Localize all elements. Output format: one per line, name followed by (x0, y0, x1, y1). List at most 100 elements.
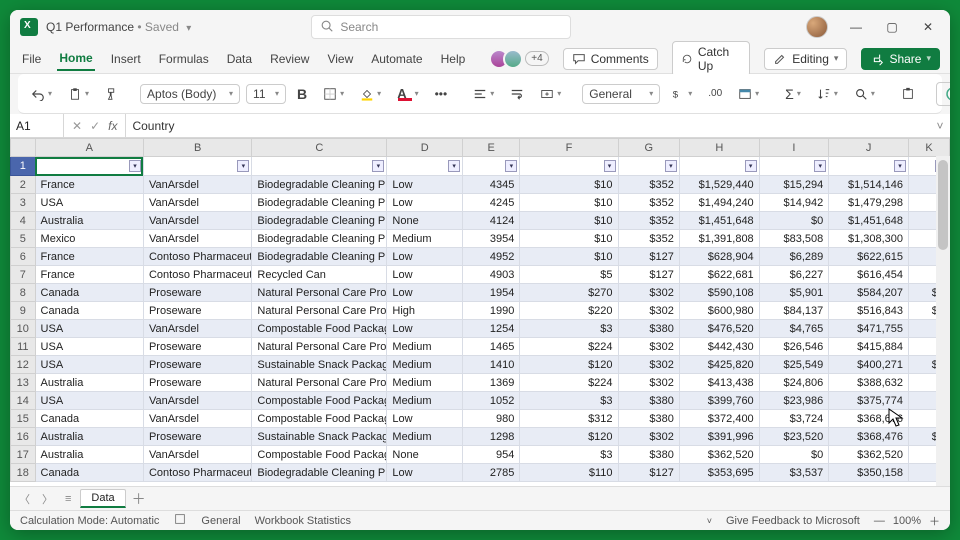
data-cell[interactable]: $3,724 (759, 410, 829, 428)
data-cell[interactable]: None (387, 212, 463, 230)
data-cell[interactable]: $1,451,648 (679, 212, 759, 230)
menu-formulas[interactable]: Formulas (157, 48, 211, 70)
data-cell[interactable]: $10 (520, 176, 618, 194)
filter-icon[interactable]: ▾ (814, 160, 826, 172)
data-cell[interactable]: Biodegradable Cleaning Products (252, 194, 387, 212)
data-cell[interactable]: Contoso Pharmaceuticals (143, 266, 251, 284)
data-cell[interactable]: Natural Personal Care Products (252, 374, 387, 392)
data-cell[interactable]: Low (387, 320, 463, 338)
data-cell[interactable]: $391,996 (679, 428, 759, 446)
data-cell[interactable]: $302 (618, 374, 679, 392)
currency-button[interactable]: $▾ (666, 84, 697, 104)
data-cell[interactable]: $616,454 (829, 266, 909, 284)
data-cell[interactable]: Low (387, 248, 463, 266)
data-cell[interactable]: $352 (618, 230, 679, 248)
data-cell[interactable]: VanArsdel (143, 446, 251, 464)
data-cell[interactable]: $368,476 (829, 428, 909, 446)
data-cell[interactable]: $10 (520, 194, 618, 212)
data-cell[interactable]: $0 (759, 446, 829, 464)
data-cell[interactable]: VanArsdel (143, 320, 251, 338)
data-cell[interactable]: $83,508 (759, 230, 829, 248)
table-header-cell[interactable]: Manufacturing Price▾ (520, 157, 618, 176)
row-header[interactable]: 17 (11, 446, 36, 464)
data-cell[interactable]: $399,760 (679, 392, 759, 410)
data-cell[interactable]: $5,901 (759, 284, 829, 302)
data-cell[interactable]: None (387, 446, 463, 464)
data-cell[interactable]: $24,806 (759, 374, 829, 392)
data-cell[interactable]: $302 (618, 428, 679, 446)
data-cell[interactable]: $224 (520, 374, 618, 392)
data-cell[interactable]: $23,986 (759, 392, 829, 410)
data-cell[interactable]: 2785 (463, 464, 520, 482)
table-header-cell[interactable]: Sales▾ (829, 157, 909, 176)
data-cell[interactable]: VanArsdel (143, 194, 251, 212)
general-label[interactable]: General (201, 515, 240, 527)
data-cell[interactable]: $413,438 (679, 374, 759, 392)
data-cell[interactable]: Low (387, 284, 463, 302)
data-cell[interactable]: USA (35, 338, 143, 356)
data-cell[interactable]: $476,520 (679, 320, 759, 338)
data-cell[interactable]: France (35, 248, 143, 266)
data-cell[interactable]: Mexico (35, 230, 143, 248)
data-cell[interactable]: USA (35, 320, 143, 338)
data-cell[interactable]: $590,108 (679, 284, 759, 302)
data-cell[interactable]: $1,479,298 (829, 194, 909, 212)
data-cell[interactable]: Biodegradable Cleaning Products (252, 176, 387, 194)
table-header-cell[interactable]: Customer▾ (143, 157, 251, 176)
data-cell[interactable]: France (35, 176, 143, 194)
data-cell[interactable]: Proseware (143, 428, 251, 446)
data-cell[interactable]: Biodegradable Cleaning Products (252, 212, 387, 230)
undo-button[interactable]: ▾ (26, 84, 57, 104)
data-cell[interactable]: Medium (387, 230, 463, 248)
vertical-scrollbar[interactable] (936, 156, 950, 486)
number-format-select[interactable]: General▾ (582, 84, 660, 104)
data-cell[interactable]: $388,632 (829, 374, 909, 392)
add-sheet-button[interactable]: ＋ (132, 489, 146, 509)
filter-icon[interactable]: ▾ (894, 160, 906, 172)
data-cell[interactable]: 4124 (463, 212, 520, 230)
sheet-tab[interactable]: Data (80, 489, 125, 508)
data-cell[interactable]: Low (387, 410, 463, 428)
copilot-button[interactable]: Copilot (936, 82, 950, 106)
font-family-select[interactable]: Aptos (Body)▾ (140, 84, 240, 104)
data-cell[interactable]: $220 (520, 302, 618, 320)
table-header-cell[interactable]: Sale Price▾ (618, 157, 679, 176)
editing-mode-button[interactable]: Editing ▾ (764, 48, 847, 70)
calc-mode-label[interactable]: Calculation Mode: Automatic (20, 515, 159, 527)
data-cell[interactable]: Proseware (143, 356, 251, 374)
data-cell[interactable]: $15,294 (759, 176, 829, 194)
row-header[interactable]: 18 (11, 464, 36, 482)
menu-file[interactable]: File (20, 48, 43, 70)
data-cell[interactable]: $442,430 (679, 338, 759, 356)
data-cell[interactable]: Medium (387, 338, 463, 356)
data-cell[interactable]: Sustainable Snack Packaging (252, 428, 387, 446)
data-cell[interactable]: 1052 (463, 392, 520, 410)
data-cell[interactable]: $368,676 (829, 410, 909, 428)
data-cell[interactable]: VanArsdel (143, 230, 251, 248)
data-cell[interactable]: $312 (520, 410, 618, 428)
data-cell[interactable]: $471,755 (829, 320, 909, 338)
filter-icon[interactable]: ▾ (505, 160, 517, 172)
data-cell[interactable]: $26,546 (759, 338, 829, 356)
table-header-cell[interactable]: Gross Sales▾ (679, 157, 759, 176)
row-header[interactable]: 15 (11, 410, 36, 428)
data-cell[interactable]: $1,529,440 (679, 176, 759, 194)
formula-input[interactable]: Country (126, 119, 930, 133)
data-cell[interactable]: Natural Personal Care Products (252, 302, 387, 320)
menu-review[interactable]: Review (268, 48, 311, 70)
borders-button[interactable]: ▾ (318, 84, 349, 104)
data-cell[interactable]: 1410 (463, 356, 520, 374)
row-header[interactable]: 4 (11, 212, 36, 230)
data-cell[interactable]: $380 (618, 392, 679, 410)
decimal-button[interactable]: .00 (703, 85, 727, 102)
row-header[interactable]: 2 (11, 176, 36, 194)
row-header[interactable]: 1 (11, 157, 36, 176)
data-cell[interactable]: $1,494,240 (679, 194, 759, 212)
data-cell[interactable]: VanArsdel (143, 212, 251, 230)
row-header[interactable]: 7 (11, 266, 36, 284)
font-color-button[interactable]: A▾ (392, 83, 423, 105)
row-header[interactable]: 16 (11, 428, 36, 446)
column-header[interactable]: I (759, 139, 829, 157)
select-all-corner[interactable] (11, 139, 36, 157)
accessibility-icon[interactable] (173, 512, 187, 529)
